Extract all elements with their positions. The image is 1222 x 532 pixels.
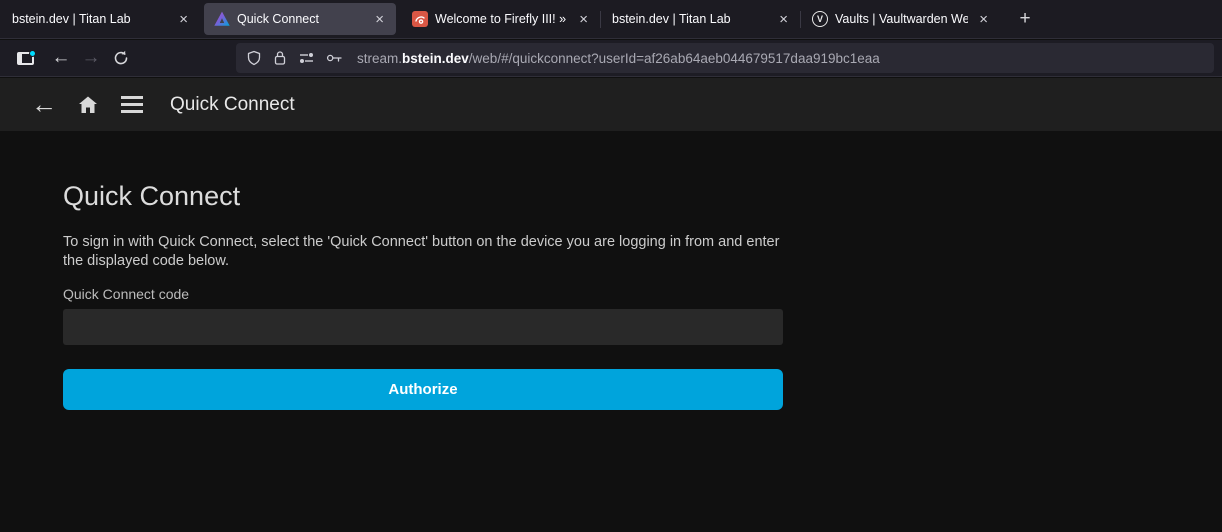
close-icon[interactable]: × (175, 10, 192, 29)
vaultwarden-icon: V (812, 11, 828, 27)
tab-titan-lab-2[interactable]: bstein.dev | Titan Lab × (600, 0, 800, 38)
tab-bar: bstein.dev | Titan Lab × Quick Connect ×… (0, 0, 1222, 39)
tab-label: bstein.dev | Titan Lab (612, 12, 768, 26)
shield-icon[interactable] (246, 50, 262, 66)
jellyfin-icon (214, 11, 230, 27)
menu-button[interactable] (110, 83, 154, 127)
tab-vaultwarden[interactable]: V Vaults | Vaultwarden Web × (800, 0, 1000, 38)
close-icon[interactable]: × (371, 10, 388, 29)
url-path: /web/#/quickconnect?userId=af26ab64aeb04… (469, 51, 880, 66)
back-button[interactable]: ← (46, 44, 76, 72)
tab-label: bstein.dev | Titan Lab (12, 12, 168, 26)
url-bar[interactable]: stream.bstein.dev/web/#/quickconnect?use… (236, 43, 1214, 73)
app-header: ← Quick Connect (0, 78, 1222, 131)
page-viewport: ← Quick Connect Quick Connect To sign in… (0, 78, 1222, 532)
lock-icon[interactable] (273, 50, 287, 66)
url-text: stream.bstein.dev/web/#/quickconnect?use… (357, 51, 880, 66)
app-back-button[interactable]: ← (22, 83, 66, 127)
page-title: Quick Connect (63, 181, 783, 211)
forward-button[interactable]: → (76, 44, 106, 72)
tab-titan-lab-1[interactable]: bstein.dev | Titan Lab × (0, 0, 200, 38)
hamburger-icon (121, 96, 143, 113)
new-tab-button[interactable]: + (1010, 4, 1040, 34)
permissions-icon[interactable] (298, 50, 315, 66)
home-icon (76, 93, 100, 117)
instructions-text: To sign in with Quick Connect, select th… (63, 233, 783, 270)
close-icon[interactable]: × (575, 10, 592, 29)
notification-dot (29, 50, 36, 57)
code-input-label: Quick Connect code (63, 286, 783, 302)
reload-icon (113, 50, 129, 66)
authorize-button[interactable]: Authorize (63, 369, 783, 410)
navigation-toolbar: ← → stream.bstein.dev/web/#/quickconnect… (0, 40, 1222, 77)
browser-window: bstein.dev | Titan Lab × Quick Connect ×… (0, 0, 1222, 532)
close-icon[interactable]: × (975, 10, 992, 29)
tab-label: Vaults | Vaultwarden Web (835, 12, 968, 26)
quick-connect-code-input[interactable] (63, 309, 783, 345)
url-domain: bstein.dev (402, 51, 469, 66)
tab-quick-connect[interactable]: Quick Connect × (204, 3, 396, 35)
app-header-title: Quick Connect (170, 94, 295, 116)
key-icon[interactable] (326, 50, 343, 66)
home-button[interactable] (66, 83, 110, 127)
close-icon[interactable]: × (775, 10, 792, 29)
firefly-icon (412, 11, 428, 27)
quick-connect-form: Quick Connect To sign in with Quick Conn… (63, 131, 783, 410)
firefox-view-button[interactable] (10, 44, 40, 72)
url-subdomain: stream. (357, 51, 402, 66)
tab-firefly[interactable]: Welcome to Firefly III! » Fir × (400, 0, 600, 38)
tab-label: Welcome to Firefly III! » Fir (435, 12, 568, 26)
firefox-view-icon (17, 52, 34, 65)
tab-label: Quick Connect (237, 12, 364, 26)
reload-button[interactable] (106, 44, 136, 72)
